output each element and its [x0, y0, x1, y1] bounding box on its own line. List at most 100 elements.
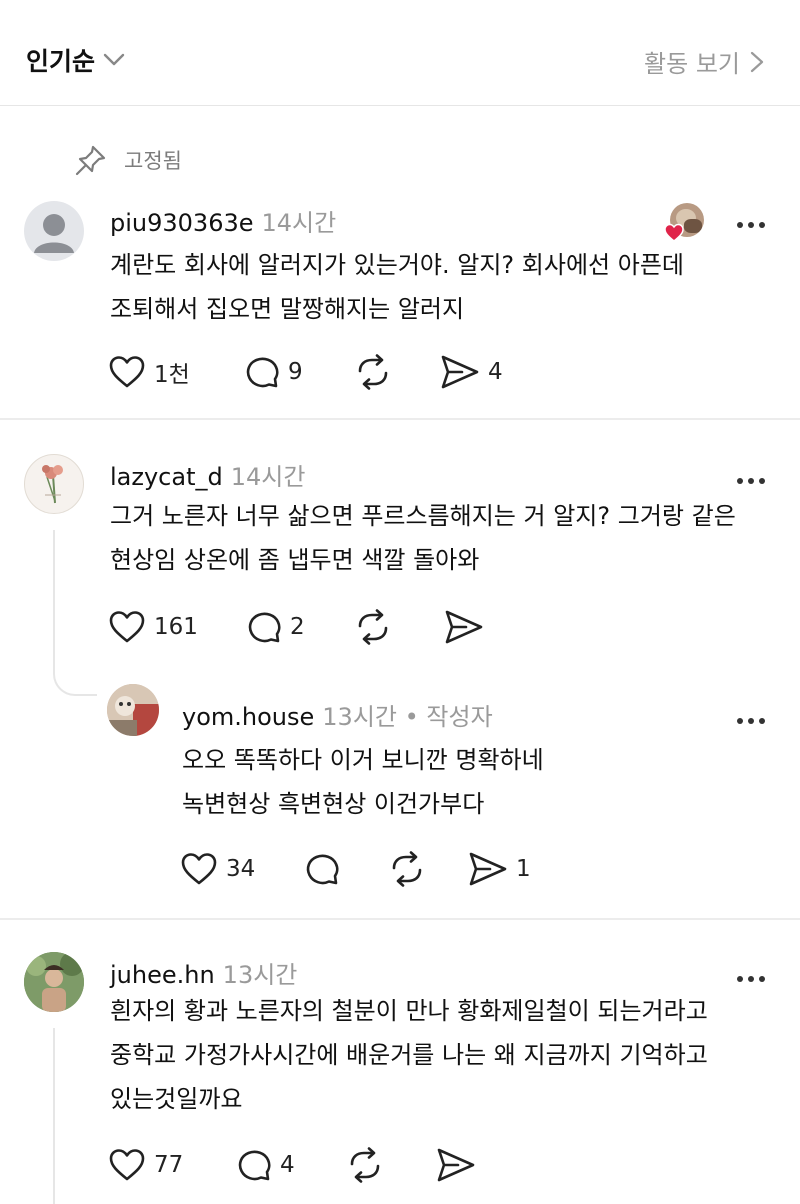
pinned-label: 고정됨	[124, 149, 182, 173]
thread-connector	[53, 660, 97, 696]
comment-text-line: 그거 노른자 너무 삶으면 푸르스름해지는 거 알지? 그거랑 같은	[110, 502, 736, 530]
like-button[interactable]: 77	[108, 1148, 236, 1182]
repost-button[interactable]	[354, 609, 444, 645]
thread-line	[53, 1028, 55, 1204]
author-badge: • 작성자	[404, 703, 493, 731]
comment-header: lazycat_d 14시간	[110, 457, 305, 492]
send-icon	[445, 610, 483, 644]
chevron-down-icon	[103, 53, 125, 66]
repost-icon	[358, 354, 388, 390]
comment-icon	[248, 612, 281, 643]
more-icon	[737, 478, 765, 484]
reply-button[interactable]	[304, 851, 388, 887]
more-icon	[737, 718, 765, 724]
like-count: 34	[226, 856, 256, 882]
reply-count: 2	[290, 614, 305, 640]
comment-icon	[246, 357, 279, 388]
share-button[interactable]	[436, 1147, 476, 1183]
like-count: 77	[154, 1152, 184, 1178]
reply-button[interactable]: 2	[246, 609, 354, 645]
comment-icon	[306, 854, 339, 885]
heart-icon	[109, 356, 145, 388]
comment-actions: 77 4	[108, 1145, 476, 1185]
author-like-badge	[664, 203, 704, 243]
repost-icon	[350, 1147, 380, 1183]
comment-text-line: 흰자의 황과 노른자의 철분이 만나 황화제일철이 되는거라고	[110, 997, 708, 1025]
repost-icon	[392, 851, 422, 887]
comment-text-line: 중학교 가정가사시간에 배운거를 나는 왜 지금까지 기억하고	[110, 1041, 708, 1069]
send-icon	[437, 1148, 475, 1182]
share-count: 4	[488, 359, 503, 385]
reply-button[interactable]: 4	[236, 1147, 346, 1183]
sort-label: 인기순	[26, 47, 96, 76]
heart-badge-icon	[664, 223, 684, 242]
reply-button[interactable]: 9	[244, 354, 354, 390]
reply-count: 4	[280, 1152, 295, 1178]
like-count: 161	[154, 614, 198, 640]
pin-icon	[75, 145, 106, 176]
like-count: 1천	[154, 362, 190, 388]
avatar[interactable]	[24, 201, 84, 261]
comment-text: 흰자의 황과 노른자의 철분이 만나 황화제일철이 되는거라고 중학교 가정가사…	[110, 989, 708, 1121]
more-icon	[737, 222, 765, 228]
more-options-button[interactable]	[736, 208, 766, 234]
comment-actions: 34 1	[180, 849, 531, 889]
heart-icon	[109, 1149, 145, 1181]
heart-icon	[109, 611, 145, 643]
pinned-indicator: 고정됨	[74, 143, 182, 177]
flower-avatar-image	[42, 465, 63, 504]
more-options-button[interactable]	[736, 464, 766, 490]
header: 인기순 활동 보기	[0, 0, 800, 106]
comment-actions: 161 2	[108, 607, 484, 647]
repost-icon	[358, 609, 388, 645]
repost-button[interactable]	[388, 851, 468, 887]
repost-button[interactable]	[346, 1147, 436, 1183]
share-button[interactable]: 1	[468, 851, 531, 887]
activity-view-link[interactable]: 활동 보기	[644, 44, 764, 79]
comment-actions: 1천 9 4	[108, 352, 503, 392]
more-options-button[interactable]	[736, 962, 766, 988]
author-avatar-image	[107, 684, 159, 736]
like-button[interactable]: 1천	[108, 355, 244, 389]
comment-text-line: 녹변현상 흑변현상 이건가부다	[182, 790, 485, 818]
like-button[interactable]: 34	[180, 852, 304, 886]
more-options-button[interactable]	[736, 704, 766, 730]
comment-icon	[238, 1150, 271, 1181]
comment-divider	[0, 918, 800, 920]
avatar[interactable]	[24, 454, 84, 514]
send-icon	[469, 852, 507, 886]
comment-text-line: 오오 똑똑하다 이거 보니깐 명확하네	[182, 746, 544, 774]
comment-text-line: 조퇴해서 집오면 말짱해지는 알러지	[110, 295, 465, 323]
heart-icon	[181, 853, 217, 885]
username[interactable]: juhee.hn	[110, 961, 215, 989]
comment-text-line: 현상임 상온에 좀 냅두면 색깔 돌아와	[110, 546, 480, 574]
comment-text: 오오 똑똑하다 이거 보니깐 명확하네 녹변현상 흑변현상 이건가부다	[182, 738, 544, 826]
username[interactable]: yom.house	[182, 703, 314, 731]
comment-header: juhee.hn 13시간	[110, 955, 297, 990]
timestamp: 13시간	[222, 961, 298, 989]
avatar[interactable]	[107, 684, 159, 736]
thread-line	[53, 530, 55, 662]
comment-header: piu930363e 14시간	[110, 203, 336, 238]
default-avatar-icon	[34, 214, 74, 253]
sort-dropdown[interactable]: 인기순	[26, 42, 125, 78]
timestamp: 14시간	[230, 463, 306, 491]
like-button[interactable]: 161	[108, 610, 246, 644]
share-button[interactable]: 4	[440, 354, 503, 390]
comment-header: yom.house 13시간 • 작성자	[182, 697, 493, 732]
share-count: 1	[516, 856, 531, 882]
timestamp: 13시간	[322, 703, 397, 731]
comment-text-line: 계란도 회사에 알러지가 있는거야. 알지? 회사에선 아픈데	[110, 251, 684, 279]
send-icon	[441, 355, 479, 389]
timestamp: 14시간	[261, 209, 337, 237]
username[interactable]: piu930363e	[110, 209, 254, 237]
comment-text-line: 있는것일까요	[110, 1085, 243, 1113]
user-avatar-image	[24, 952, 84, 1012]
avatar[interactable]	[24, 952, 84, 1012]
activity-label: 활동 보기	[644, 50, 740, 78]
repost-button[interactable]	[354, 354, 440, 390]
share-button[interactable]	[444, 609, 484, 645]
comment-text: 계란도 회사에 알러지가 있는거야. 알지? 회사에선 아픈데 조퇴해서 집오면…	[110, 243, 684, 331]
comment-text: 그거 노른자 너무 삶으면 푸르스름해지는 거 알지? 그거랑 같은 현상임 상…	[110, 494, 736, 582]
username[interactable]: lazycat_d	[110, 463, 223, 491]
